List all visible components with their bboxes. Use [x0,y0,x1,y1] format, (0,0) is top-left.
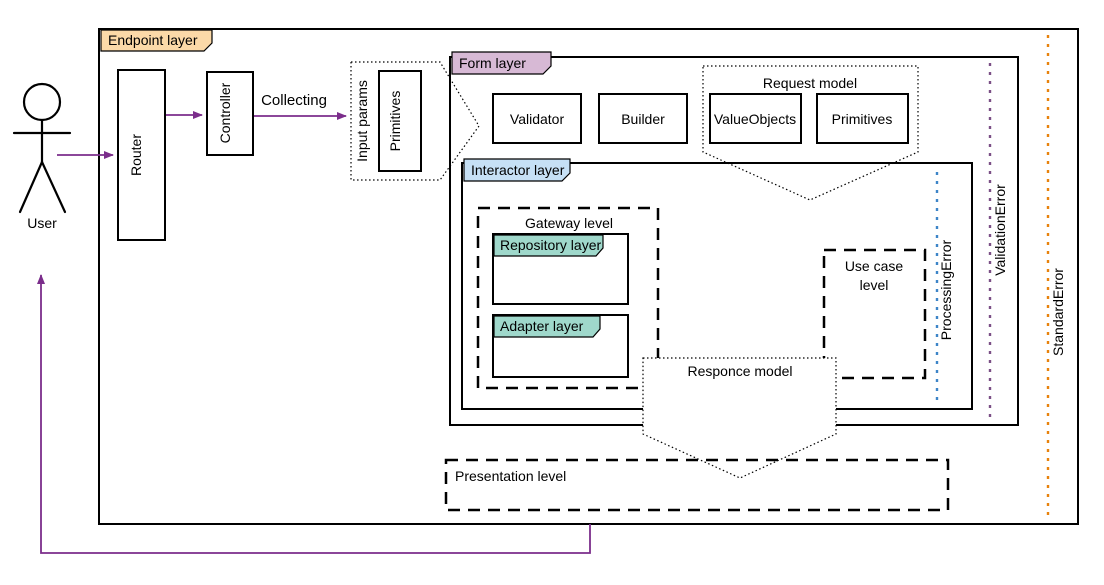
primitives-box[interactable]: Primitives [816,93,909,144]
form-layer-tab-label: Form layer [459,55,526,71]
builder-label: Builder [621,111,665,127]
validator-box[interactable]: Validator [492,93,582,144]
validation-error-channel: ValidationError [988,63,1008,419]
value-objects-label: ValueObjects [714,111,796,127]
request-model-shape-group: Request model ValueObjects Primitives [702,65,919,201]
adapter-layer-box[interactable]: Adapter layer [492,314,629,378]
edge-collecting-label: Collecting [261,92,327,109]
repository-layer-box[interactable]: Repository layer [492,233,629,305]
actor-user: User [12,82,72,231]
presentation-level-group: Presentation level [444,458,950,512]
standard-error-channel: StandardError [1046,35,1066,518]
form-layer-tab[interactable]: Form layer [451,51,552,75]
input-params-shape-group: Input params Primitives [350,61,480,181]
use-case-level-label-line2: level [860,277,889,293]
router-box[interactable]: Router [117,69,166,241]
actor-label: User [27,215,57,231]
response-model-label: Responce model [687,363,792,379]
builder-box[interactable]: Builder [598,93,688,144]
processing-error-label: ProcessingError [938,239,954,340]
processing-error-channel: ProcessingError [935,172,954,405]
validator-label: Validator [510,111,565,127]
controller-label: Controller [217,82,233,143]
router-label: Router [128,134,144,176]
endpoint-layer-tab[interactable]: Endpoint layer [100,29,213,52]
edge-controller-to-input-params: Collecting [254,92,347,120]
use-case-level-label-line1: Use case [845,258,904,274]
use-case-level-group: Use case level [822,248,927,380]
value-objects-box[interactable]: ValueObjects [709,93,802,144]
repository-layer-tab-label: Repository layer [500,237,601,253]
endpoint-layer-tab-label: Endpoint layer [108,32,198,48]
architecture-diagram-canvas: User Endpoint layer Router Controller In… [0,0,1104,585]
input-params-primitives-label: Primitives [387,91,403,152]
actor-head-icon [22,82,62,122]
controller-box[interactable]: Controller [206,71,254,156]
gateway-level-group: Gateway level Repository layer Adapter l… [476,206,660,390]
interactor-layer-tab-label: Interactor layer [471,162,565,178]
gateway-level-label: Gateway level [525,215,613,231]
actor-left-leg-line [18,160,44,214]
actor-right-leg-line [40,160,67,214]
standard-error-label: StandardError [1050,268,1066,356]
input-params-label: Input params [354,80,370,162]
presentation-level-label: Presentation level [455,468,566,484]
request-model-label: Request model [763,75,857,91]
validation-error-label: ValidationError [992,184,1008,276]
adapter-layer-tab-label: Adapter layer [500,318,584,334]
architecture-diagram-svg: User Endpoint layer Router Controller In… [12,28,1079,554]
primitives-label: Primitives [832,111,893,127]
interactor-layer-tab[interactable]: Interactor layer [463,158,571,182]
